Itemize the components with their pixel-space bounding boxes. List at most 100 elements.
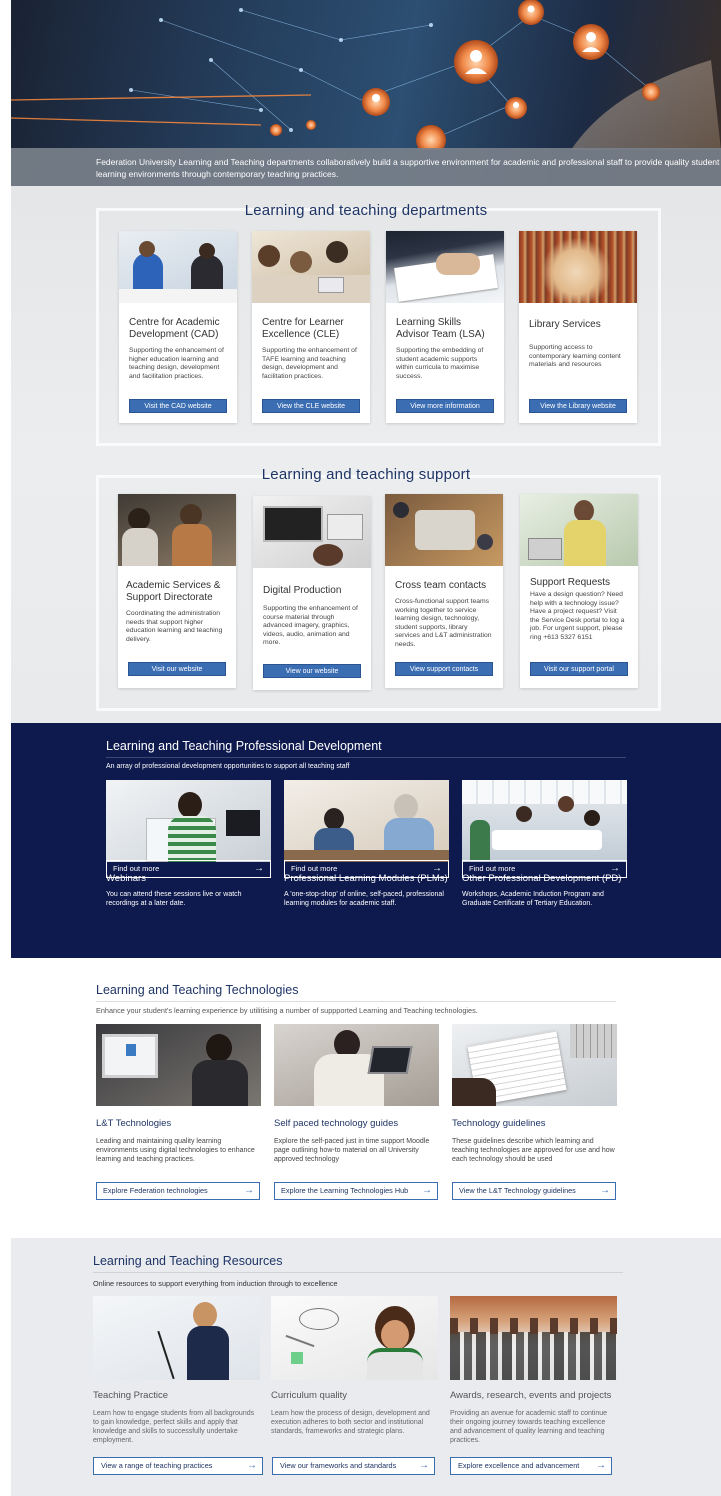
tech-card-lt-technologies: L&T Technologies Leading and maintaining… xyxy=(96,1024,261,1164)
pd-image-webinars xyxy=(106,780,271,862)
resource-title-teaching-practice: Teaching Practice xyxy=(93,1390,168,1401)
resource-card-curriculum: Curriculum quality Learn how the process… xyxy=(271,1296,438,1436)
tech-divider xyxy=(96,1001,616,1002)
pd-title: Learning and Teaching Professional Devel… xyxy=(106,739,382,753)
visit-cad-website-button[interactable]: Visit the CAD website xyxy=(129,399,227,413)
arrow-right-icon: → xyxy=(247,1460,257,1471)
resources-subtitle: Online resources to support everything f… xyxy=(93,1279,338,1288)
dept-text-lsa: Supporting the embedding of student acad… xyxy=(396,347,484,380)
dept-card-library: Library Services Supporting access to co… xyxy=(519,231,637,423)
support-image-requests xyxy=(520,494,638,566)
resource-text-awards: Providing an avenue for academic staff t… xyxy=(450,1410,608,1444)
button-label: Explore the Learning Technologies Hub xyxy=(281,1186,409,1195)
pd-text-webinars: You can attend these sessions live or wa… xyxy=(106,891,242,907)
resource-image-teaching-practice xyxy=(93,1296,260,1380)
tech-text-self-paced: Explore the self-paced just in time supp… xyxy=(274,1138,430,1163)
tech-text-guidelines: These guidelines describe which learning… xyxy=(452,1138,615,1163)
support-title-cross-team: Cross team contacts xyxy=(395,580,487,591)
button-label: View a range of teaching practices xyxy=(101,1461,213,1470)
support-image-cross-team xyxy=(385,494,503,566)
arrow-right-icon: → xyxy=(422,1185,432,1196)
dept-image-cad xyxy=(119,231,237,303)
support-card-cross-team: Cross team contacts Cross-functional sup… xyxy=(385,494,503,688)
explore-federation-technologies-button[interactable]: Explore Federation technologies → xyxy=(96,1182,260,1200)
pd-card-other: Other Professional Development (PD) Work… xyxy=(462,780,627,908)
resource-text-teaching-practice: Learn how to engage students from all ba… xyxy=(93,1410,255,1444)
button-label: View our frameworks and standards xyxy=(280,1461,397,1470)
pd-card-plms: Professional Learning Modules (PLMs) A '… xyxy=(284,780,449,908)
arrow-right-icon: → xyxy=(432,863,442,874)
support-title-digital-production: Digital Production xyxy=(263,585,342,596)
button-label: Explore Federation technologies xyxy=(103,1186,208,1195)
dept-title-cle: Centre for Learner Excellence (CLE) xyxy=(262,317,344,340)
visit-support-portal-button[interactable]: Visit our support portal xyxy=(530,662,628,676)
support-text-requests: Have a design question? Need help with a… xyxy=(530,591,625,641)
tech-card-self-paced: Self paced technology guides Explore the… xyxy=(274,1024,439,1164)
support-image-academic-services xyxy=(118,494,236,566)
resources-divider xyxy=(93,1272,623,1273)
view-teaching-practices-button[interactable]: View a range of teaching practices → xyxy=(93,1457,263,1475)
dept-card-lsa: Learning Skills Advisor Team (LSA) Suppo… xyxy=(386,231,504,423)
tech-title-lt-technologies: L&T Technologies xyxy=(96,1118,172,1129)
departments-support-section: Learning and teaching departments Centre… xyxy=(11,186,721,723)
dept-card-cle: Centre for Learner Excellence (CLE) Supp… xyxy=(252,231,370,423)
view-support-contacts-button[interactable]: View support contacts xyxy=(395,662,493,676)
dept-card-cad: Centre for Academic Development (CAD) Su… xyxy=(119,231,237,423)
dept-image-library xyxy=(519,231,637,303)
support-text-digital-production: Supporting the enhancement of course mat… xyxy=(263,605,358,647)
resource-text-curriculum: Learn how the process of design, develop… xyxy=(271,1410,430,1435)
tech-image-self-paced xyxy=(274,1024,439,1106)
pd-subtitle: An array of professional development opp… xyxy=(106,763,350,770)
view-our-website-button[interactable]: View our website xyxy=(263,664,361,678)
button-label: Find out more xyxy=(113,864,160,873)
departments-title: Learning and teaching departments xyxy=(244,202,488,219)
support-card-requests: Support Requests Have a design question?… xyxy=(520,494,638,688)
tech-title-guidelines: Technology guidelines xyxy=(452,1118,546,1129)
explore-excellence-advancement-button[interactable]: Explore excellence and advancement → xyxy=(450,1457,612,1475)
dept-image-lsa xyxy=(386,231,504,303)
find-out-more-webinars-button[interactable]: Find out more → xyxy=(106,860,271,878)
hero-caption: Federation University Learning and Teach… xyxy=(11,148,721,186)
arrow-right-icon: → xyxy=(419,1460,429,1471)
resource-image-awards xyxy=(450,1296,617,1380)
dept-text-cle: Supporting the enhancement of TAFE learn… xyxy=(262,347,357,380)
view-lt-technology-guidelines-button[interactable]: View the L&T Technology guidelines → xyxy=(452,1182,616,1200)
support-title: Learning and teaching support xyxy=(261,466,471,483)
explore-learning-technologies-hub-button[interactable]: Explore the Learning Technologies Hub → xyxy=(274,1182,438,1200)
find-out-more-other-button[interactable]: Find out more → xyxy=(462,860,627,878)
professional-development-section: Learning and Teaching Professional Devel… xyxy=(11,723,721,958)
resources-section: Learning and Teaching Resources Online r… xyxy=(11,1238,721,1496)
arrow-right-icon: → xyxy=(254,863,264,874)
support-image-digital-production xyxy=(253,496,371,568)
view-cle-website-button[interactable]: View the CLE website xyxy=(262,399,360,413)
resource-card-teaching-practice: Teaching Practice Learn how to engage st… xyxy=(93,1296,260,1445)
view-frameworks-standards-button[interactable]: View our frameworks and standards → xyxy=(272,1457,435,1475)
pd-image-other xyxy=(462,780,627,862)
support-card-academic-services: Academic Services & Support Directorate … xyxy=(118,494,236,688)
dept-text-library: Supporting access to contemporary learni… xyxy=(529,344,621,369)
tech-subtitle: Enhance your student's learning experien… xyxy=(96,1006,478,1015)
arrow-right-icon: → xyxy=(610,863,620,874)
network-people-image xyxy=(11,0,721,150)
view-lsa-information-button[interactable]: View more information xyxy=(396,399,494,413)
view-library-website-button[interactable]: View the Library website xyxy=(529,399,627,413)
visit-our-website-button[interactable]: Visit our website xyxy=(128,662,226,676)
support-card-digital-production: Digital Production Supporting the enhanc… xyxy=(253,496,371,690)
button-label: View the L&T Technology guidelines xyxy=(459,1186,576,1195)
dept-title-library: Library Services xyxy=(529,319,601,330)
arrow-right-icon: → xyxy=(244,1185,254,1196)
arrow-right-icon: → xyxy=(596,1460,606,1471)
pd-text-other: Workshops, Academic Induction Program an… xyxy=(462,891,604,907)
tech-card-guidelines: Technology guidelines These guidelines d… xyxy=(452,1024,617,1164)
support-title-requests: Support Requests xyxy=(530,577,611,588)
hero-banner: Federation University Learning and Teach… xyxy=(11,0,721,186)
dept-title-cad: Centre for Academic Development (CAD) xyxy=(129,317,220,340)
find-out-more-plms-button[interactable]: Find out more → xyxy=(284,860,449,878)
pd-text-plms: A 'one-stop-shop' of online, self-paced,… xyxy=(284,891,444,907)
support-text-academic-services: Coordinating the administration needs th… xyxy=(126,610,223,643)
button-label: Find out more xyxy=(291,864,338,873)
button-label: Find out more xyxy=(469,864,516,873)
dept-text-cad: Supporting the enhancement of higher edu… xyxy=(129,347,224,380)
button-label: Explore excellence and advancement xyxy=(458,1461,580,1470)
support-title-academic-services: Academic Services & Support Directorate xyxy=(126,580,221,603)
